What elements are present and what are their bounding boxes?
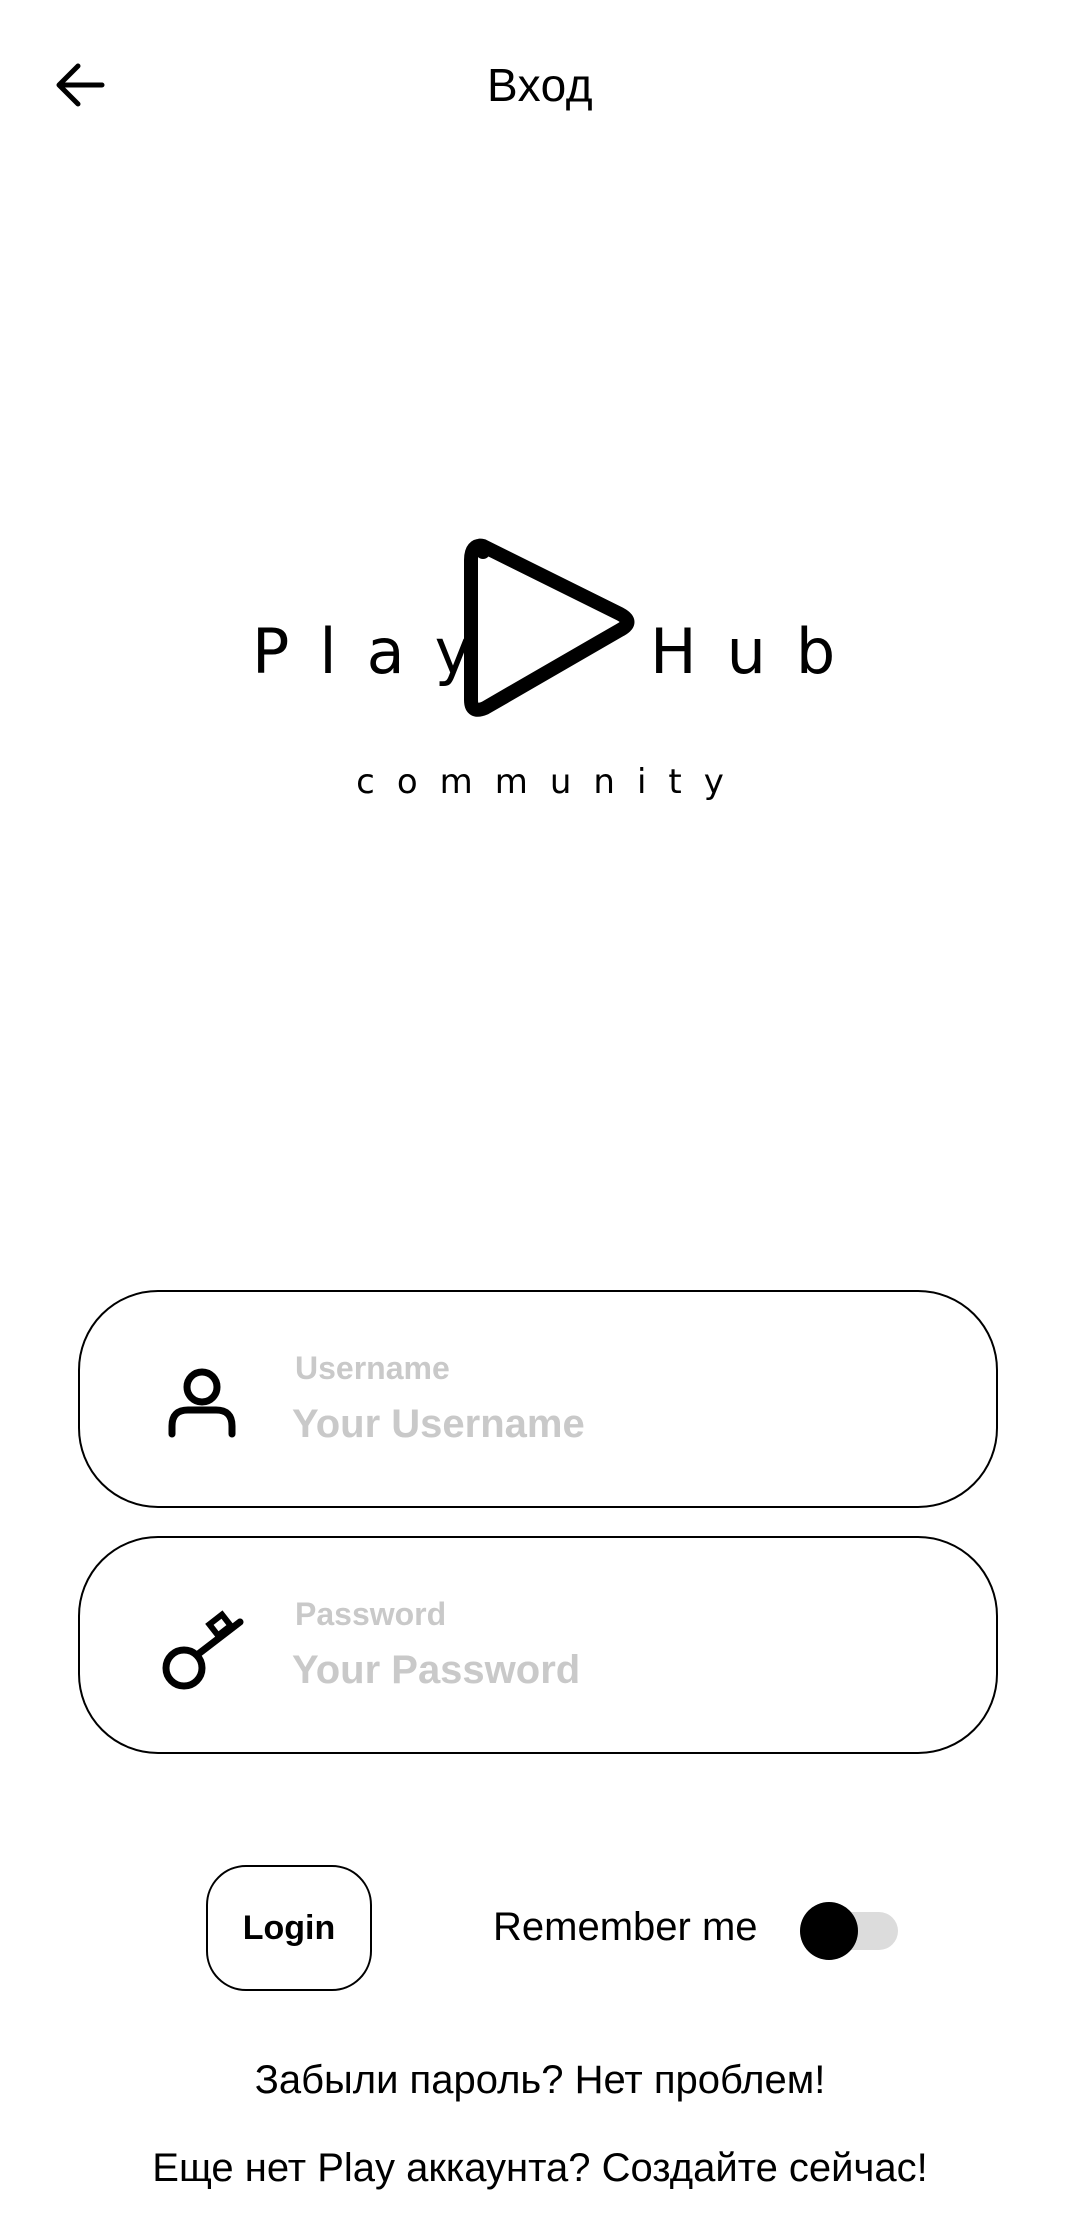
username-input[interactable] — [292, 1402, 942, 1447]
remember-me-toggle[interactable] — [800, 1898, 900, 1960]
app-logo: Play Hub community — [0, 530, 1080, 830]
username-label: Username — [295, 1350, 450, 1386]
play-triangle-icon — [464, 538, 635, 717]
app-header: Вход — [0, 0, 1080, 170]
page-title: Вход — [486, 59, 594, 111]
toggle-thumb — [800, 1902, 858, 1960]
create-account-link[interactable]: Еще нет Play аккаунта? Создайте сейчас! — [0, 2146, 1080, 2191]
login-button[interactable]: Login — [206, 1865, 372, 1991]
password-input[interactable] — [292, 1648, 942, 1693]
username-field[interactable]: Username — [78, 1290, 998, 1508]
password-field[interactable]: Password — [78, 1536, 998, 1754]
forgot-password-link[interactable]: Забыли пароль? Нет проблем! — [0, 2058, 1080, 2103]
logo-word-hub: Hub — [650, 615, 866, 688]
logo-tagline: community — [356, 762, 746, 802]
user-icon — [168, 1368, 236, 1438]
key-icon — [162, 1610, 244, 1690]
password-label: Password — [295, 1596, 447, 1632]
remember-me-label: Remember me — [493, 1905, 758, 1949]
